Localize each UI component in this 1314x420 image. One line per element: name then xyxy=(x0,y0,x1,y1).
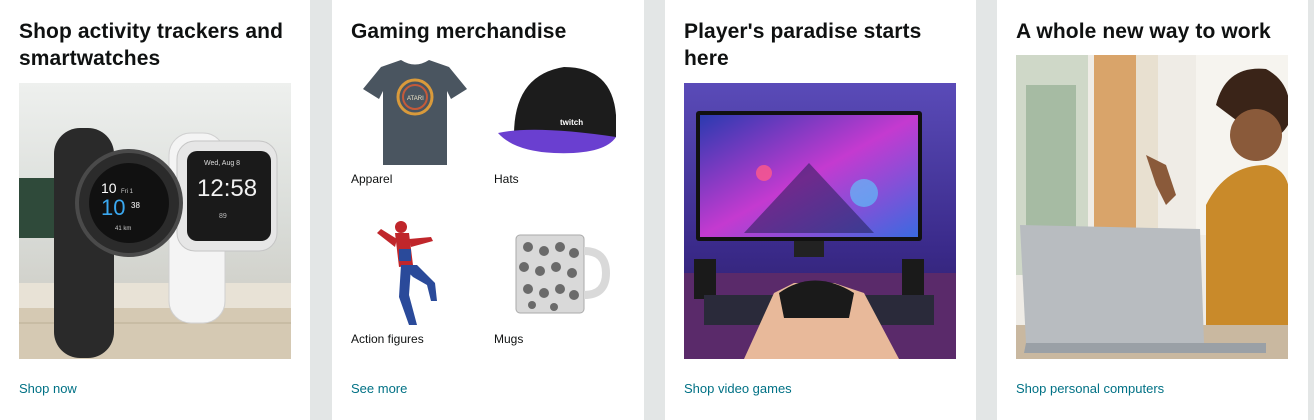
shop-video-games-link[interactable]: Shop video games xyxy=(684,381,792,396)
item-label[interactable]: Hats xyxy=(494,171,623,187)
watch2-date: Wed, Aug 8 xyxy=(204,160,240,167)
tshirt-print: ATARI xyxy=(407,96,424,102)
card-players-paradise: Player's paradise starts here Shop video… xyxy=(665,0,976,420)
see-more-link[interactable]: See more xyxy=(351,381,407,396)
watch1-line2b: 38 xyxy=(131,201,140,210)
grid-item-hats[interactable]: twitch Hats xyxy=(494,55,623,187)
twitch-cap-image[interactable]: twitch xyxy=(494,55,623,169)
card-gaming-merchandise: Gaming merchandise ATARI Apparel twitch … xyxy=(332,0,644,420)
card-whole-new-way-to-work: A whole new way to work Shop personal co… xyxy=(997,0,1308,420)
cap-print: twitch xyxy=(560,118,583,127)
grid-item-action-figures[interactable]: Action figures xyxy=(351,215,480,347)
spiderman-figure-image[interactable] xyxy=(351,215,480,329)
gaming-setup-image[interactable] xyxy=(684,83,956,359)
grid-item-mugs[interactable]: Mugs xyxy=(494,215,623,347)
shop-personal-computers-link[interactable]: Shop personal computers xyxy=(1016,381,1164,396)
item-label[interactable]: Action figures xyxy=(351,331,480,347)
watch1-line1: 10 xyxy=(101,180,117,196)
watch2-time: 12:58 xyxy=(197,175,257,202)
woman-laptop-image[interactable] xyxy=(1016,55,1288,359)
card-title: Shop activity trackers and smartwatches xyxy=(19,20,284,70)
shop-now-link[interactable]: Shop now xyxy=(19,381,77,396)
item-label[interactable]: Apparel xyxy=(351,171,480,187)
watch1-line2: 10 xyxy=(101,195,125,220)
card-title: Gaming merchandise xyxy=(351,20,567,43)
mug-image[interactable] xyxy=(494,215,623,329)
atari-tshirt-image[interactable]: ATARI xyxy=(351,55,480,169)
card-title: A whole new way to work xyxy=(1016,20,1271,43)
grid-item-apparel[interactable]: ATARI Apparel xyxy=(351,55,480,187)
card-activity-trackers: Shop activity trackers and smartwatches … xyxy=(0,0,310,420)
smartwatches-image[interactable]: Wed, Aug 8 12:58 89 10 Fri 1 10 38 41 km xyxy=(19,83,291,359)
watch1-line3: 41 km xyxy=(115,226,131,232)
watch2-stat: 89 xyxy=(219,213,227,220)
item-label[interactable]: Mugs xyxy=(494,331,623,347)
card-title: Player's paradise starts here xyxy=(684,20,922,70)
